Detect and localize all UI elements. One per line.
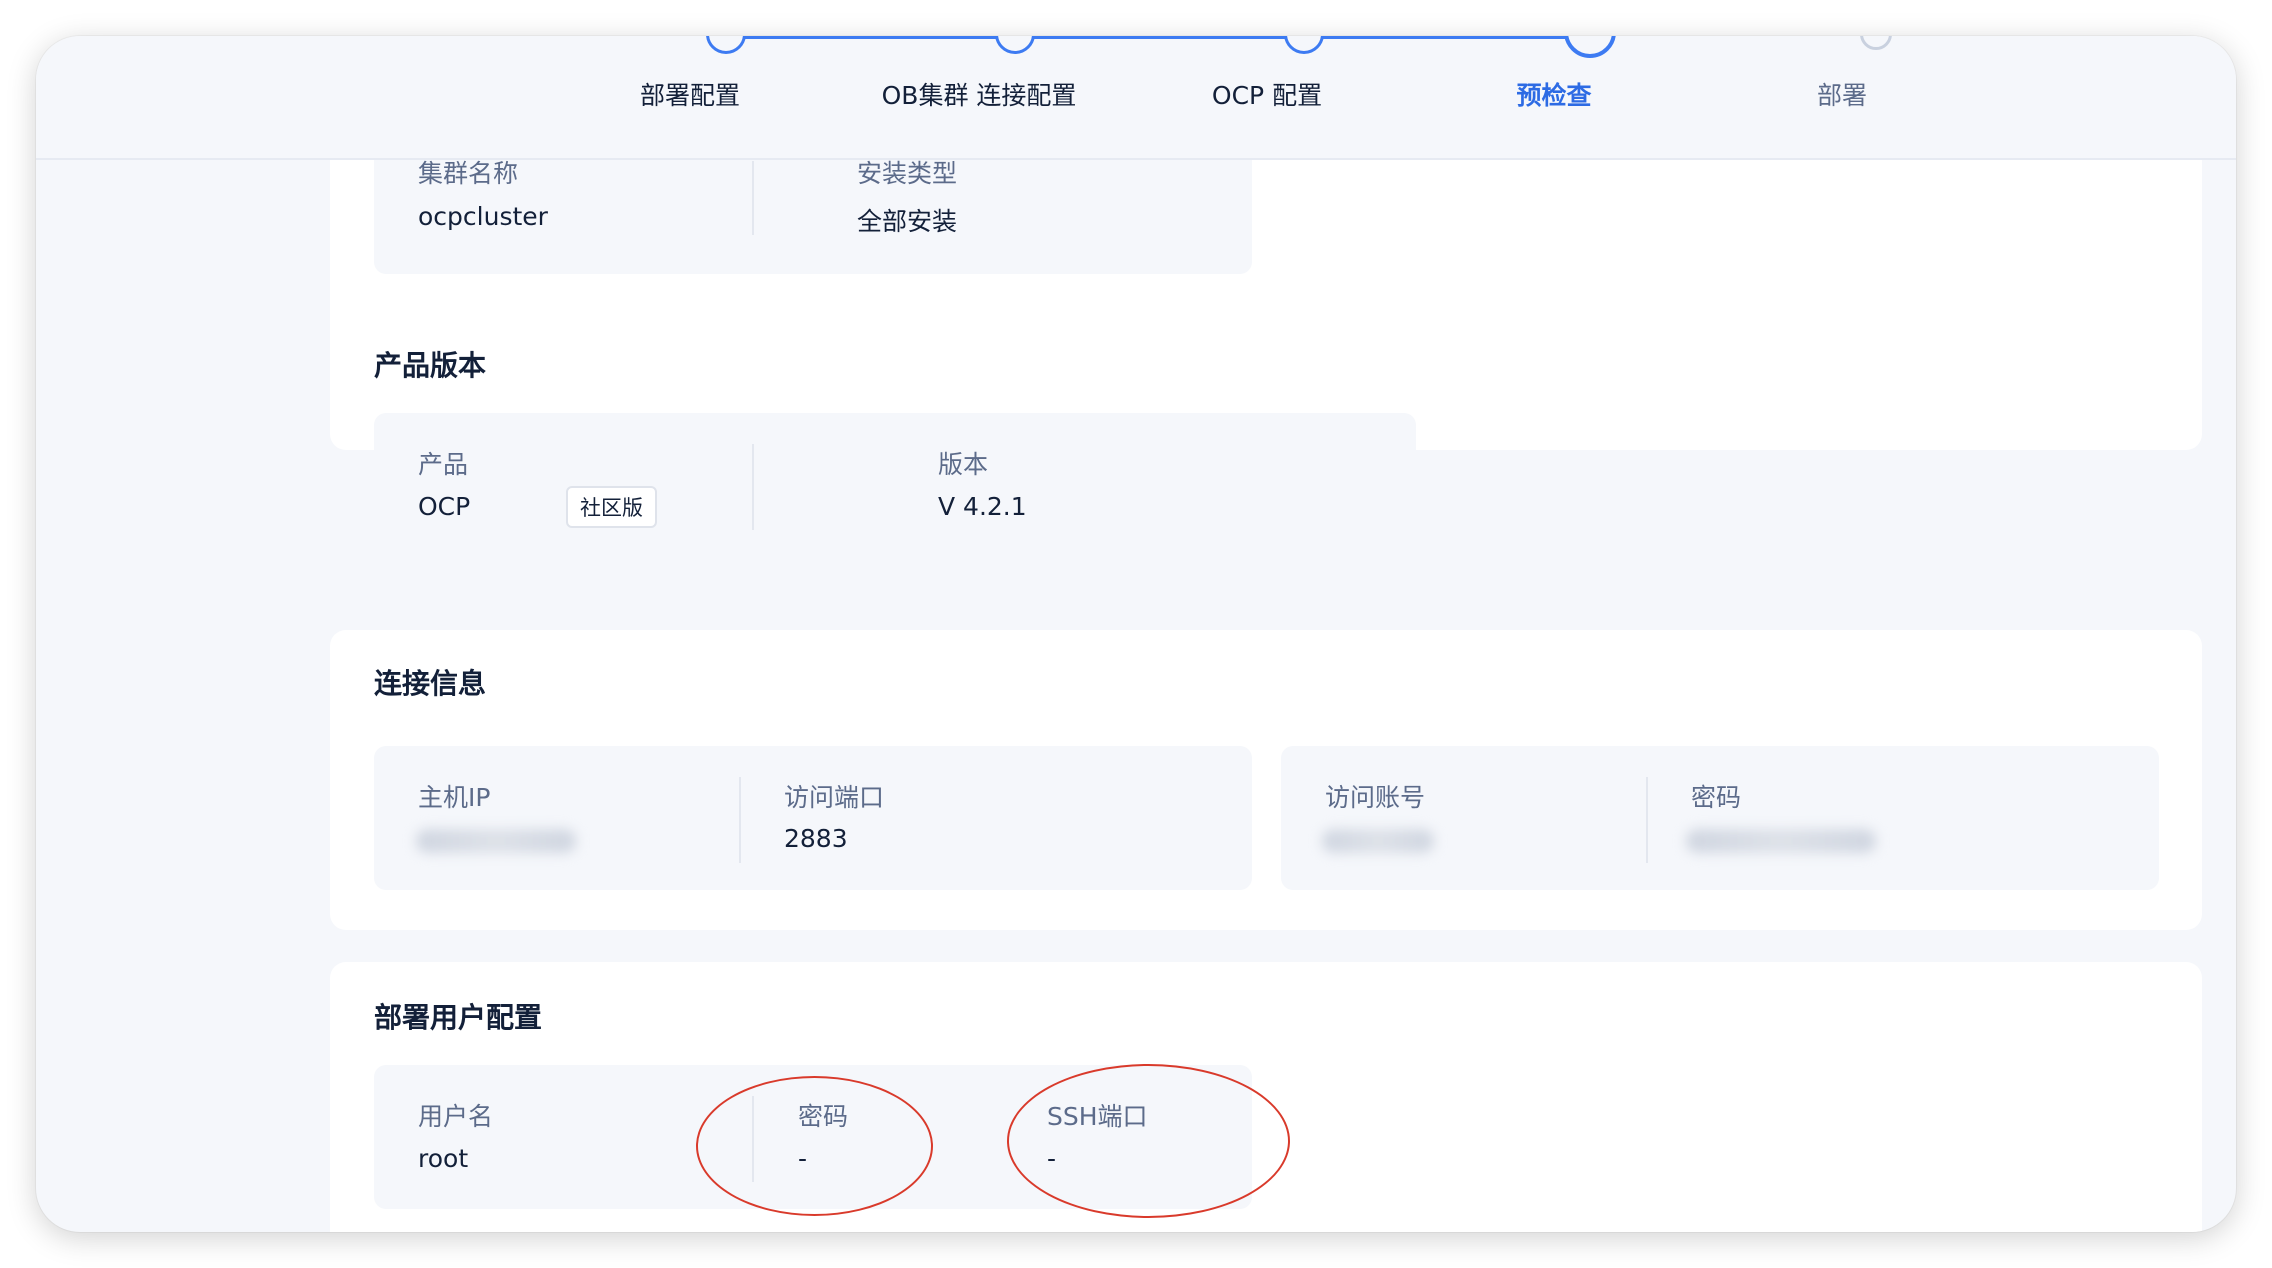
install-type-value: 全部安装 xyxy=(857,207,958,236)
product-version-title: 产品版本 xyxy=(374,349,487,382)
step-1-dot-icon xyxy=(706,36,746,54)
version-label: 版本 xyxy=(938,450,989,479)
password-redacted xyxy=(1686,829,1876,853)
steps-bar: 部署配置 OB集群 连接配置 OCP 配置 预检查 部署 xyxy=(36,36,2236,160)
step-deploy-config[interactable]: 部署配置 xyxy=(640,76,740,112)
username-label: 用户名 xyxy=(418,1102,494,1131)
connection-host-box xyxy=(374,746,1252,890)
app-window: 部署配置 OB集群 连接配置 OCP 配置 预检查 部署 集群名称 ocpclu… xyxy=(36,36,2236,1232)
step-ob-cluster-connection[interactable]: OB集群 连接配置 xyxy=(882,76,1077,112)
username-value: root xyxy=(418,1144,469,1173)
host-ip-label: 主机IP xyxy=(418,783,491,812)
divider xyxy=(1646,777,1648,863)
annotation-ellipse-ssh-port xyxy=(1007,1064,1290,1218)
divider xyxy=(752,444,754,530)
product-value: OCP xyxy=(418,492,471,521)
password-label: 密码 xyxy=(1691,783,1742,812)
divider xyxy=(739,777,741,863)
step-3-dot-icon xyxy=(1284,36,1324,54)
community-edition-badge: 社区版 xyxy=(566,486,657,528)
step-4-dot-icon xyxy=(1564,36,1616,58)
step-2-dot-icon xyxy=(995,36,1035,54)
divider xyxy=(752,161,754,235)
access-account-redacted xyxy=(1322,829,1434,853)
step-5-dot-icon xyxy=(1860,36,1892,50)
step-deploy[interactable]: 部署 xyxy=(1817,76,1867,112)
deploy-user-title: 部署用户配置 xyxy=(374,1001,543,1034)
access-account-label: 访问账号 xyxy=(1325,783,1426,812)
connection-account-box xyxy=(1281,746,2159,890)
connection-info-title: 连接信息 xyxy=(374,667,487,700)
product-version-box xyxy=(374,413,1416,558)
access-port-label: 访问端口 xyxy=(784,783,885,812)
version-value: V 4.2.1 xyxy=(938,492,1027,521)
step-precheck[interactable]: 预检查 xyxy=(1516,76,1591,112)
host-ip-redacted xyxy=(416,829,576,853)
annotation-ellipse-password xyxy=(696,1076,933,1216)
steps-progress-line xyxy=(726,36,1590,39)
cluster-name-value: ocpcluster xyxy=(418,202,548,231)
product-label: 产品 xyxy=(418,450,469,479)
step-ocp-config[interactable]: OCP 配置 xyxy=(1212,76,1322,112)
access-port-value: 2883 xyxy=(784,824,848,853)
